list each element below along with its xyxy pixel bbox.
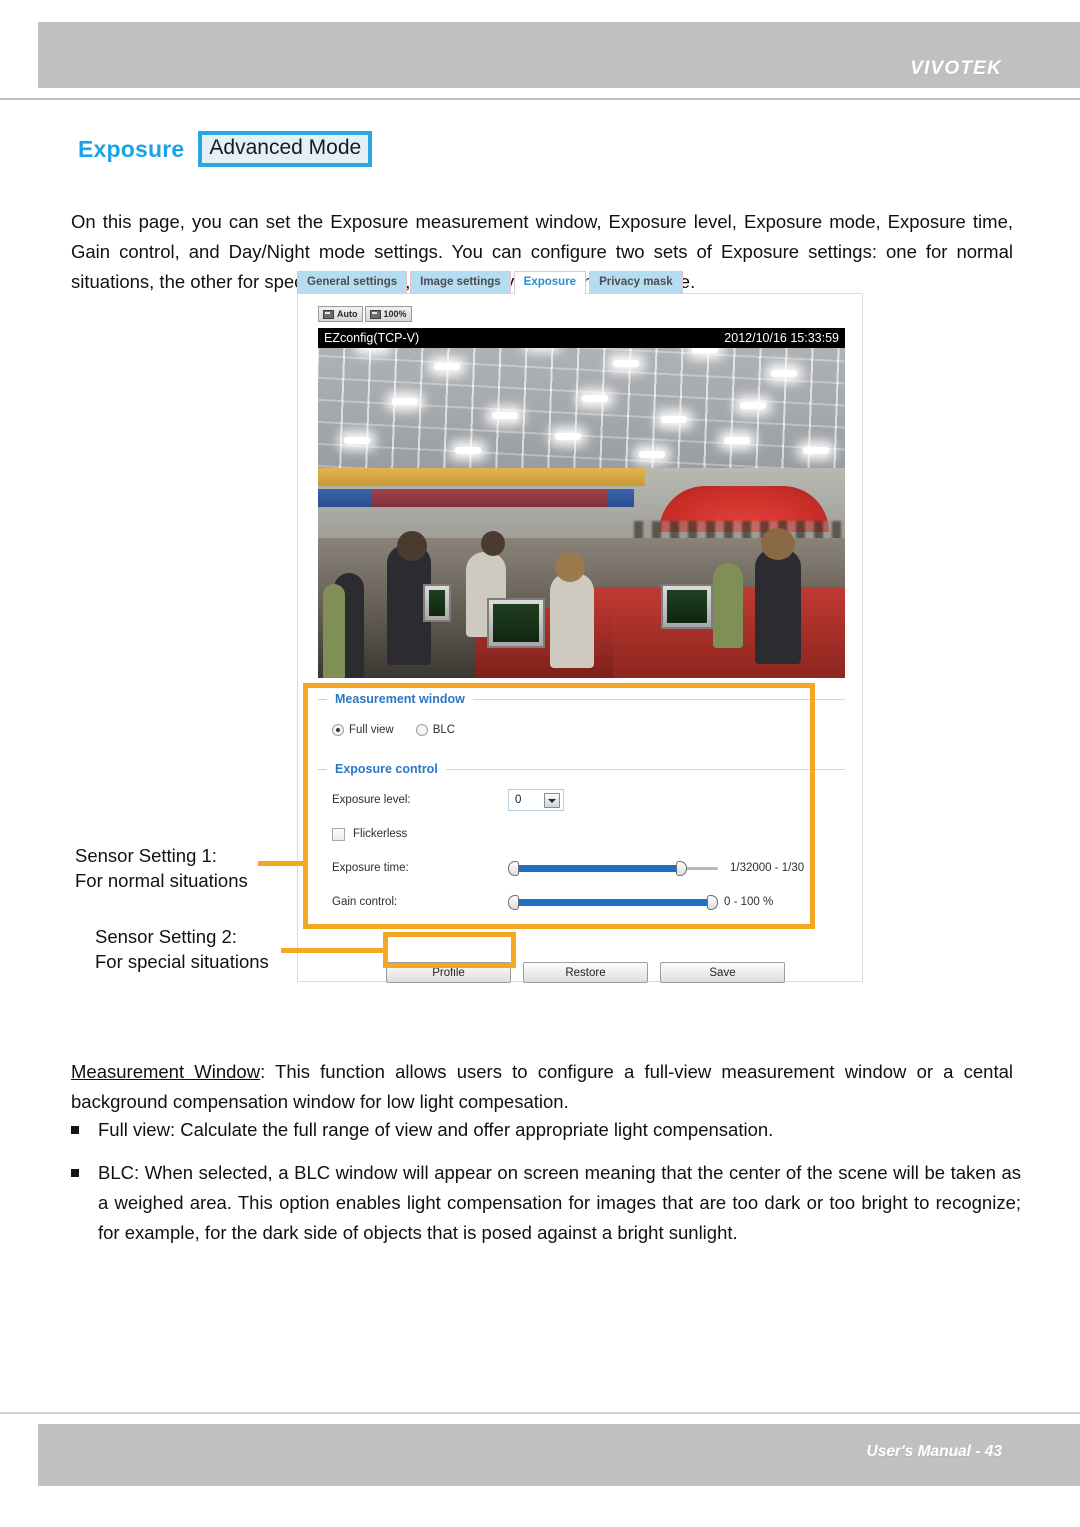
footer-divider <box>0 1412 1080 1414</box>
save-button[interactable]: Save <box>660 962 785 983</box>
chevron-down-icon[interactable] <box>544 793 560 808</box>
footer-page-label: User's Manual - 43 <box>866 1443 1003 1460</box>
exposure-time-knob-min[interactable] <box>508 861 519 876</box>
gain-control-knob-min[interactable] <box>508 895 519 910</box>
tab-exposure[interactable]: Exposure <box>513 271 587 294</box>
bullet-blc-text: BLC: When selected, a BLC window will ap… <box>98 1162 1021 1243</box>
radio-blc-label: BLC <box>432 724 456 736</box>
exposure-level-row: Exposure level: 0 <box>318 786 845 814</box>
gain-control-range: 0 - 100 % <box>724 896 774 908</box>
sensor-setting-1-line1: Sensor Setting 1: <box>75 845 217 866</box>
flickerless-checkbox[interactable] <box>332 827 345 841</box>
video-timestamp: 2012/10/16 15:33:59 <box>724 331 839 345</box>
flickerless-label: Flickerless <box>353 828 408 840</box>
exposure-time-label: Exposure time: <box>332 862 409 874</box>
settings-panel: Auto 100% EZconfig(TCP-V) 2012/10/16 15:… <box>297 293 863 983</box>
profile-button[interactable]: Profile <box>386 962 511 983</box>
video-toolbar: Auto 100% <box>318 306 412 322</box>
page-title-text: Exposure <box>78 135 185 162</box>
video-scene <box>318 328 845 678</box>
radio-full-view-label: Full view <box>349 724 394 736</box>
panel-buttons: Profile Restore Save <box>386 962 785 983</box>
flickerless-row: Flickerless <box>318 820 845 848</box>
measurement-window-paragraph: Measurement Window: This function allows… <box>71 1057 1013 1117</box>
exposure-level-value: 0 <box>515 794 522 806</box>
manual-page: VIVOTEK Exposure Advanced Mode On this p… <box>0 0 1080 1527</box>
sensor-2-leader-horizontal <box>281 948 388 953</box>
bullet-blc: BLC: When selected, a BLC window will ap… <box>71 1158 1021 1248</box>
video-auto-icon <box>323 309 334 319</box>
measurement-window-legend: Measurement window <box>318 692 845 706</box>
page-title: Exposure Advanced Mode <box>78 131 373 168</box>
advanced-mode-badge: Advanced Mode <box>198 131 373 168</box>
sensor-setting-1-line2: For normal situations <box>75 870 248 891</box>
sensor-setting-2-callout: Sensor Setting 2: For special situations <box>95 924 269 974</box>
measurement-window-options: Full view BLC <box>318 716 845 744</box>
video-zoom-button[interactable]: 100% <box>364 306 412 322</box>
gain-control-row: Gain control: 0 - 100 % <box>318 888 845 916</box>
header-divider <box>0 98 1080 100</box>
tab-privacy-mask[interactable]: Privacy mask <box>589 271 683 294</box>
video-stream-name: EZconfig(TCP-V) <box>324 331 420 345</box>
video-zoom-label: 100% <box>383 309 407 319</box>
video-preview[interactable]: EZconfig(TCP-V) 2012/10/16 15:33:59 <box>318 328 845 678</box>
video-auto-label: Auto <box>337 309 358 319</box>
video-osd: EZconfig(TCP-V) 2012/10/16 15:33:59 <box>318 328 845 348</box>
gain-control-knob-max[interactable] <box>707 895 718 910</box>
restore-button[interactable]: Restore <box>523 962 648 983</box>
exposure-time-row: Exposure time: 1/32000 - 1/30 <box>318 854 845 882</box>
vivotek-logo: VIVOTEK <box>910 58 1002 79</box>
measurement-window-term: Measurement Window <box>71 1060 261 1082</box>
tab-image-settings[interactable]: Image settings <box>410 271 511 294</box>
measurement-window-legend-text: Measurement window <box>335 692 465 706</box>
product-screenshot: General settings Image settings Exposure… <box>297 270 863 983</box>
exposure-control-legend-text: Exposure control <box>335 762 438 776</box>
gain-control-label: Gain control: <box>332 896 398 908</box>
exposure-time-slider[interactable] <box>508 859 718 877</box>
tab-general-settings[interactable]: General settings <box>297 271 408 294</box>
exposure-level-select[interactable]: 0 <box>508 789 564 811</box>
sensor-1-leader-horizontal <box>258 861 306 866</box>
sensor-setting-2-line1: Sensor Setting 2: <box>95 926 237 947</box>
radio-full-view-icon <box>332 724 344 736</box>
exposure-form: Measurement window Full view BLC Exposur… <box>318 692 845 916</box>
radio-blc[interactable]: BLC <box>415 724 456 736</box>
radio-full-view[interactable]: Full view <box>332 724 394 736</box>
exposure-control-legend: Exposure control <box>318 762 845 776</box>
bullet-square-icon <box>71 1169 79 1177</box>
radio-blc-icon <box>415 724 428 736</box>
sensor-setting-2-line2: For special situations <box>95 951 269 972</box>
exposure-time-range: 1/32000 - 1/30 <box>730 862 805 874</box>
exposure-level-label: Exposure level: <box>332 794 411 806</box>
bullet-full-view: Full view: Calculate the full range of v… <box>71 1115 1013 1145</box>
video-zoom-icon <box>369 309 381 319</box>
sensor-setting-1-callout: Sensor Setting 1: For normal situations <box>75 843 248 893</box>
gain-control-slider[interactable] <box>508 893 718 911</box>
bullet-full-view-text: Full view: Calculate the full range of v… <box>98 1119 774 1140</box>
bullet-square-icon <box>71 1126 79 1134</box>
exposure-time-knob-max[interactable] <box>676 861 687 876</box>
settings-tabs: General settings Image settings Exposure… <box>297 270 683 294</box>
video-auto-button[interactable]: Auto <box>318 306 363 322</box>
